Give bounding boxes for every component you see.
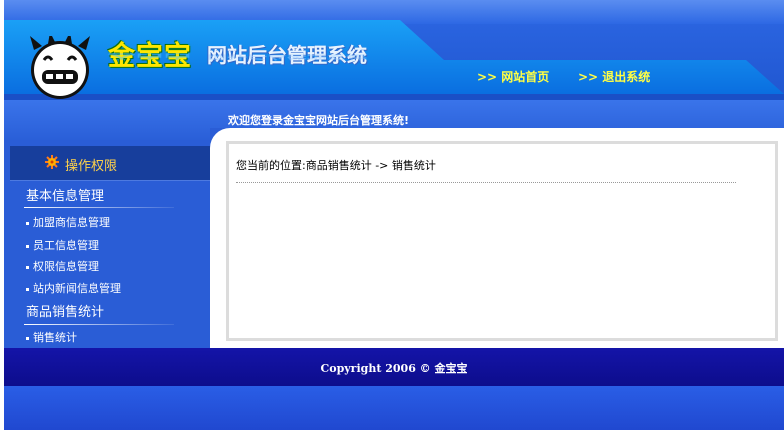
menu-item-news[interactable]: 站内新闻信息管理	[26, 280, 121, 296]
breadcrumb-divider	[236, 182, 736, 183]
group-title-sales-stats[interactable]: 商品销售统计	[26, 301, 104, 320]
bullet-icon	[26, 287, 29, 291]
group-divider	[24, 324, 174, 325]
brand-logo-reflection: 金宝宝	[108, 53, 192, 64]
gear-sun-icon	[45, 155, 59, 169]
smiley-logo-icon	[30, 36, 90, 99]
menu-item-franchisee[interactable]: 加盟商信息管理	[26, 214, 110, 230]
group-title-basic-info[interactable]: 基本信息管理	[26, 185, 104, 204]
footer-bottom-band	[4, 386, 784, 430]
copyright-text: Copyright 2006 © 金宝宝	[320, 362, 468, 375]
menu-item-permissions[interactable]: 权限信息管理	[26, 258, 99, 274]
system-title-reflection: 网站后台管理系统	[207, 54, 367, 64]
menu-item-label: 员工信息管理	[33, 239, 99, 252]
menu-item-label: 销售统计	[33, 331, 77, 344]
breadcrumb: 您当前的位置:商品销售统计 -> 销售统计	[236, 159, 436, 172]
nav-logout-link[interactable]: >> 退出系统	[578, 68, 650, 85]
menu-item-label: 权限信息管理	[33, 260, 99, 273]
menu-item-label: 加盟商信息管理	[33, 216, 110, 229]
menu-item-sales[interactable]: 销售统计	[26, 329, 77, 345]
welcome-message: 欢迎您登录金宝宝网站后台管理系统!	[228, 114, 410, 127]
bullet-icon	[26, 265, 29, 269]
menu-item-employee[interactable]: 员工信息管理	[26, 237, 99, 253]
bullet-icon	[26, 244, 29, 248]
nav-home-link[interactable]: >> 网站首页	[477, 68, 549, 85]
bullet-icon	[26, 336, 29, 340]
permissions-label: 操作权限	[65, 159, 118, 174]
bullet-icon	[26, 221, 29, 225]
menu-item-label: 站内新闻信息管理	[33, 282, 121, 295]
group-divider	[24, 207, 174, 208]
